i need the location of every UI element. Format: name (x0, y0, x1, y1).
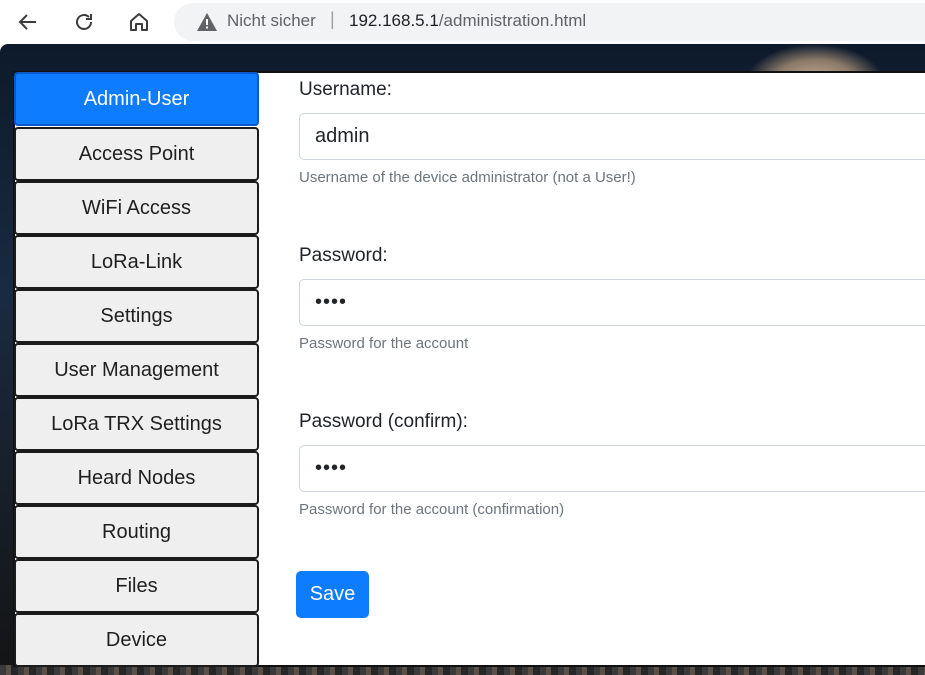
sidebar-item-lora-link[interactable]: LoRa-Link (14, 235, 259, 289)
security-status[interactable]: Nicht sicher (227, 11, 316, 31)
sidebar-item-lora-trx-settings[interactable]: LoRa TRX Settings (14, 397, 259, 451)
password-input[interactable]: •••• (299, 279, 925, 326)
save-button[interactable]: Save (296, 571, 369, 618)
username-input[interactable]: admin (299, 113, 925, 160)
url-path: /administration.html (438, 11, 587, 30)
sidebar-item-routing[interactable]: Routing (14, 505, 259, 559)
sidebar-item-settings[interactable]: Settings (14, 289, 259, 343)
url-text[interactable]: 192.168.5.1/administration.html (349, 11, 586, 31)
password-help: Password for the account (299, 335, 469, 352)
sidebar-item-access-point[interactable]: Access Point (14, 127, 259, 181)
sidebar-item-files[interactable]: Files (14, 559, 259, 613)
sidebar-item-user-management[interactable]: User Management (14, 343, 259, 397)
password-confirm-input[interactable]: •••• (299, 445, 925, 492)
home-icon[interactable] (125, 8, 153, 36)
password-confirm-help: Password for the account (confirmation) (299, 501, 565, 518)
address-separator: | (330, 9, 335, 29)
username-help: Username of the device administrator (no… (299, 169, 636, 186)
sidebar-item-admin-user[interactable]: Admin-User (14, 72, 259, 126)
browser-toolbar: Nicht sicher | 192.168.5.1/administratio… (0, 0, 925, 44)
password-confirm-label: Password (confirm): (299, 411, 468, 432)
username-label: Username: (299, 79, 392, 100)
back-icon[interactable] (14, 8, 42, 36)
sidebar-item-heard-nodes[interactable]: Heard Nodes (14, 451, 259, 505)
reload-icon[interactable] (70, 8, 98, 36)
warning-icon[interactable] (196, 12, 218, 32)
url-host: 192.168.5.1 (349, 11, 439, 30)
sidebar-item-device[interactable]: Device (14, 613, 259, 667)
sidebar-item-wifi-access[interactable]: WiFi Access (14, 181, 259, 235)
password-label: Password: (299, 245, 388, 266)
